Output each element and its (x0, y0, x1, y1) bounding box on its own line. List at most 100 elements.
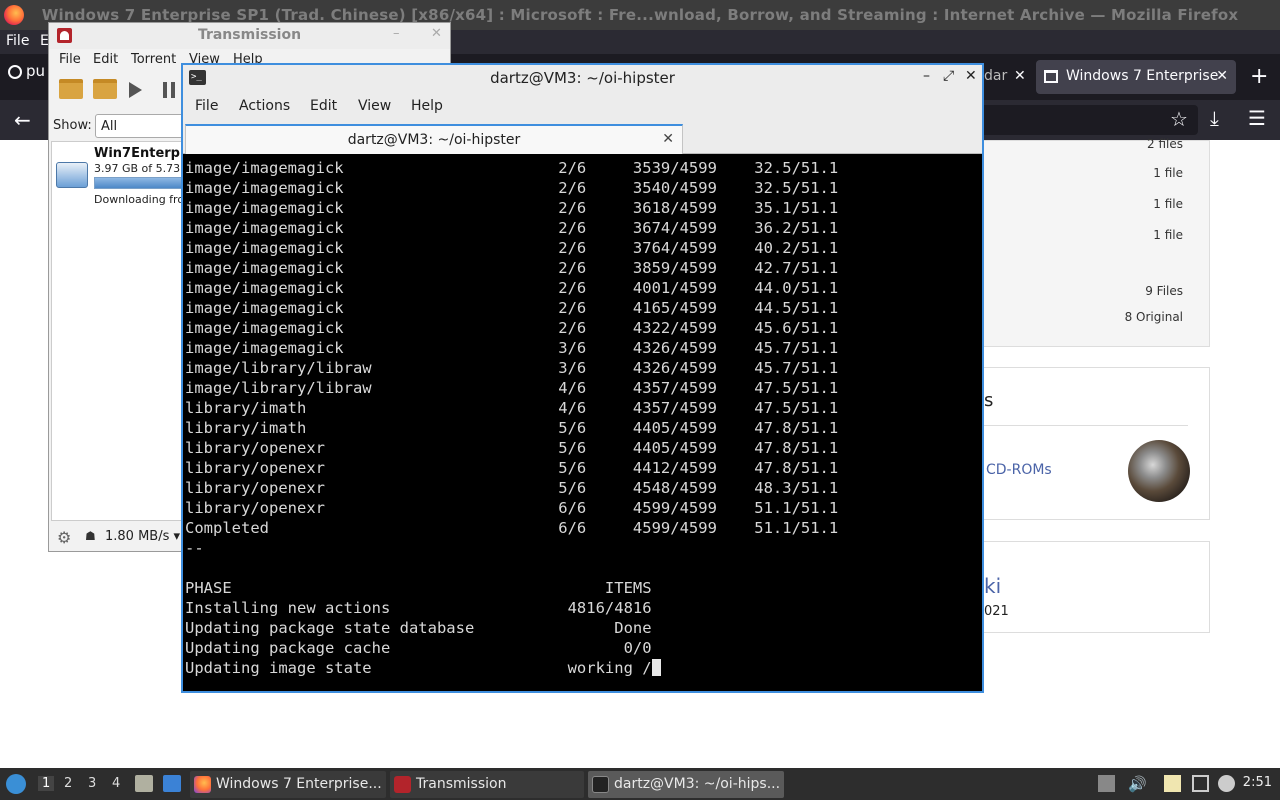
tab-close-icon[interactable]: ✕ (1216, 68, 1228, 84)
close-icon[interactable]: ✕ (965, 68, 977, 84)
open-url-icon[interactable] (93, 79, 117, 99)
menu-view[interactable]: View (358, 98, 391, 114)
menu-help[interactable]: Help (411, 98, 443, 114)
terminal-titlebar[interactable]: >_ dartz@VM3: ~/oi-hipster – ⤢ ✕ (183, 65, 982, 92)
transmission-titlebar[interactable]: Transmission – ✕ (49, 23, 450, 49)
terminal-line: Updating package cache 0/0 (185, 639, 652, 657)
tab-label: dar (984, 68, 1008, 84)
terminal-line: image/imagemagick 2/6 3859/4599 42.7/51.… (185, 259, 839, 277)
taskbar-terminal[interactable]: dartz@VM3: ~/oi-hips... (588, 771, 784, 798)
turtle-icon[interactable]: ☗ (85, 529, 96, 543)
workspace-4[interactable]: 4 (112, 776, 120, 791)
terminal-line: image/imagemagick 2/6 4001/4599 44.0/51.… (185, 279, 839, 297)
hamburger-menu-icon[interactable]: ☰ (1248, 106, 1266, 130)
gear-icon[interactable]: ⚙ (57, 528, 71, 547)
file-manager-icon[interactable] (135, 775, 153, 792)
terminal-line: Updating package state database Done (185, 619, 652, 637)
file-count[interactable]: 1 file (1153, 166, 1183, 180)
divider (984, 425, 1188, 426)
eject-icon[interactable] (1098, 775, 1115, 792)
terminal-line: image/library/libraw 4/6 4357/4599 47.5/… (185, 379, 839, 397)
tab-label: dartz@VM3: ~/oi-hipster (347, 132, 521, 148)
files-panel: 2 files 1 file 1 file 1 file 9 Files 8 O… (984, 137, 1210, 347)
firefox-tab-active[interactable]: Windows 7 Enterprise ✕ (1036, 60, 1236, 94)
terminal-line: Completed 6/6 4599/4599 51.1/51.1 (185, 519, 839, 537)
terminal-line: -- (185, 539, 204, 557)
taskbar-label: Transmission (416, 776, 507, 792)
minimize-icon[interactable]: – (393, 26, 400, 41)
bookmark-star-icon[interactable]: ☆ (1170, 107, 1188, 131)
taskbar-label: dartz@VM3: ~/oi-hips... (614, 776, 781, 792)
terminal-title: dartz@VM3: ~/oi-hipster (490, 69, 675, 87)
firefox-tab-left[interactable]: pu (4, 62, 54, 92)
terminal-line: image/imagemagick 2/6 4165/4599 44.5/51.… (185, 299, 839, 317)
terminal-output[interactable]: image/imagemagick 2/6 3539/4599 32.5/51.… (185, 158, 980, 691)
close-icon[interactable]: ✕ (431, 26, 442, 41)
workspace-3[interactable]: 3 (88, 776, 96, 791)
taskbar-firefox[interactable]: Windows 7 Enterprise... (190, 771, 386, 798)
menu-file[interactable]: File (59, 52, 81, 67)
menu-file[interactable]: File (195, 98, 218, 114)
downloads-icon[interactable]: ⤓ (1210, 106, 1219, 130)
menu-torrent[interactable]: Torrent (131, 52, 176, 67)
pause-icon[interactable] (163, 82, 175, 98)
archive-favicon-icon (1044, 70, 1058, 83)
firefox-icon (194, 776, 211, 793)
file-count[interactable]: 1 file (1153, 228, 1183, 242)
tab-favicon-icon (8, 64, 22, 79)
terminal-line: library/openexr 5/6 4548/4599 48.3/51.1 (185, 479, 839, 497)
maximize-icon[interactable]: ⤢ (943, 68, 954, 84)
filter-label: Show: (53, 118, 92, 133)
firefox-tab-partial[interactable]: dar ✕ (984, 62, 1032, 92)
terminal-tabbar: dartz@VM3: ~/oi-hipster ✕ (183, 120, 982, 154)
terminal-line: image/imagemagick 2/6 3764/4599 40.2/51.… (185, 239, 839, 257)
uploader-link[interactable]: ki (984, 574, 1001, 598)
total-files[interactable]: 9 Files (1145, 284, 1183, 298)
speed-limit[interactable]: 1.80 MB/s ▾ (105, 529, 180, 544)
network-icon[interactable] (1218, 775, 1235, 792)
url-bar[interactable] (980, 105, 1198, 135)
volume-icon[interactable]: 🔊 (1128, 775, 1147, 793)
tab-label: pu (26, 62, 46, 80)
show-desktop-icon[interactable] (163, 775, 181, 792)
start-icon[interactable] (129, 82, 142, 98)
taskbar-label: Windows 7 Enterprise... (216, 776, 382, 792)
tab-close-icon[interactable]: ✕ (1014, 68, 1026, 84)
menu-edit[interactable]: Edit (93, 52, 118, 67)
torrent-name[interactable]: Win7Enterpri (94, 146, 191, 161)
taskbar-transmission[interactable]: Transmission (390, 771, 584, 798)
torrent-status: Downloading fro (94, 193, 185, 206)
terminal-line: Installing new actions 4816/4816 (185, 599, 652, 617)
new-tab-icon[interactable]: + (1250, 64, 1268, 89)
file-count[interactable]: 2 files (1147, 137, 1183, 151)
text-cursor (651, 659, 661, 676)
clock[interactable]: 2:51 (1243, 775, 1272, 790)
terminal-line: image/imagemagick 2/6 3539/4599 32.5/51.… (185, 159, 839, 177)
terminal-icon (592, 776, 609, 793)
terminal-line: library/openexr 6/6 4599/4599 51.1/51.1 (185, 499, 839, 517)
terminal-line: image/imagemagick 2/6 3674/4599 36.2/51.… (185, 219, 839, 237)
minimize-icon[interactable]: – (923, 68, 930, 84)
workspace-1[interactable]: 1 (38, 776, 55, 791)
start-menu-icon[interactable] (6, 774, 26, 794)
collection-thumbnail[interactable] (1128, 440, 1190, 502)
open-torrent-icon[interactable] (59, 79, 83, 99)
firefox-menu-file[interactable]: File (6, 33, 29, 49)
terminal-line: library/openexr 5/6 4405/4599 47.8/51.1 (185, 439, 839, 457)
workspace-2[interactable]: 2 (64, 776, 72, 791)
terminal-line: image/library/libraw 3/6 4326/4599 45.7/… (185, 359, 839, 377)
collection-link[interactable]: CD-ROMs (986, 462, 1052, 478)
menu-actions[interactable]: Actions (239, 98, 290, 114)
terminal-tab[interactable]: dartz@VM3: ~/oi-hipster ✕ (185, 124, 683, 154)
menu-edit[interactable]: Edit (310, 98, 337, 114)
transmission-title: Transmission (197, 27, 302, 43)
tab-close-icon[interactable]: ✕ (662, 131, 674, 147)
back-arrow-icon[interactable]: ← (14, 108, 31, 132)
original-files[interactable]: 8 Original (1125, 310, 1183, 324)
file-count[interactable]: 1 file (1153, 197, 1183, 211)
disk-image-icon (56, 162, 88, 188)
clipboard-icon[interactable] (1164, 775, 1181, 792)
terminal-line: image/imagemagick 2/6 4322/4599 45.6/51.… (185, 319, 839, 337)
torrent-size: 3.97 GB of 5.73 (94, 162, 181, 175)
screen-icon[interactable] (1192, 775, 1209, 792)
